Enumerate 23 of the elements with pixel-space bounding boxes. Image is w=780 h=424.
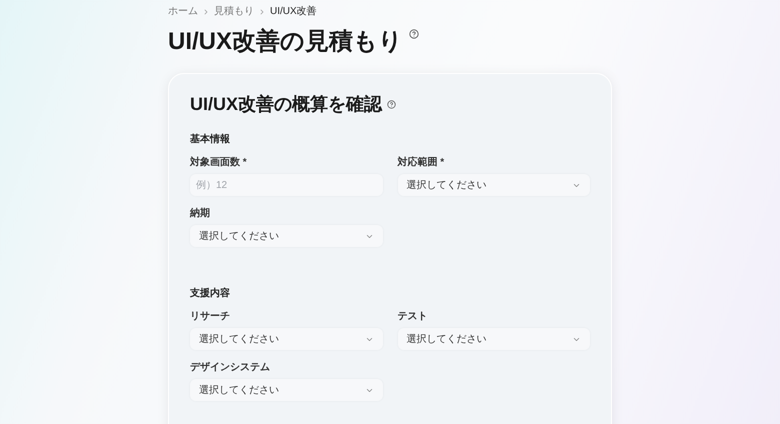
select-field[interactable]: 選択してください bbox=[190, 328, 382, 350]
select-field[interactable]: 選択してください bbox=[190, 225, 382, 247]
text-field[interactable]: 例）12 bbox=[190, 174, 382, 196]
breadcrumb-link[interactable]: UI/UX改善 bbox=[270, 5, 317, 19]
select-field[interactable]: 選択してください bbox=[190, 379, 382, 401]
select-field[interactable]: 選択してください bbox=[398, 174, 590, 196]
field-label: 対応範囲 * bbox=[398, 157, 446, 169]
field-label: 納期 bbox=[190, 208, 211, 220]
card-title: UI/UX改善の概算を確認 bbox=[190, 93, 382, 116]
chevron-right-icon bbox=[258, 8, 266, 16]
breadcrumb-link[interactable]: 見積もり bbox=[214, 5, 254, 19]
help-icon[interactable] bbox=[387, 100, 396, 108]
field-label: リサーチ bbox=[190, 311, 231, 323]
field-label: デザインシステム bbox=[190, 362, 271, 374]
help-icon[interactable] bbox=[409, 29, 420, 39]
section-heading: 支援内容 bbox=[190, 287, 231, 301]
chevron-right-icon bbox=[202, 8, 210, 16]
select-field[interactable]: 選択してください bbox=[398, 328, 590, 350]
section-heading: 基本情報 bbox=[190, 133, 231, 147]
field-label: テスト bbox=[398, 311, 428, 323]
breadcrumb-link[interactable]: ホーム bbox=[168, 5, 198, 19]
field-label: 対象画面数 * bbox=[190, 157, 248, 169]
page-title: UI/UX改善の見積もり bbox=[168, 27, 404, 57]
